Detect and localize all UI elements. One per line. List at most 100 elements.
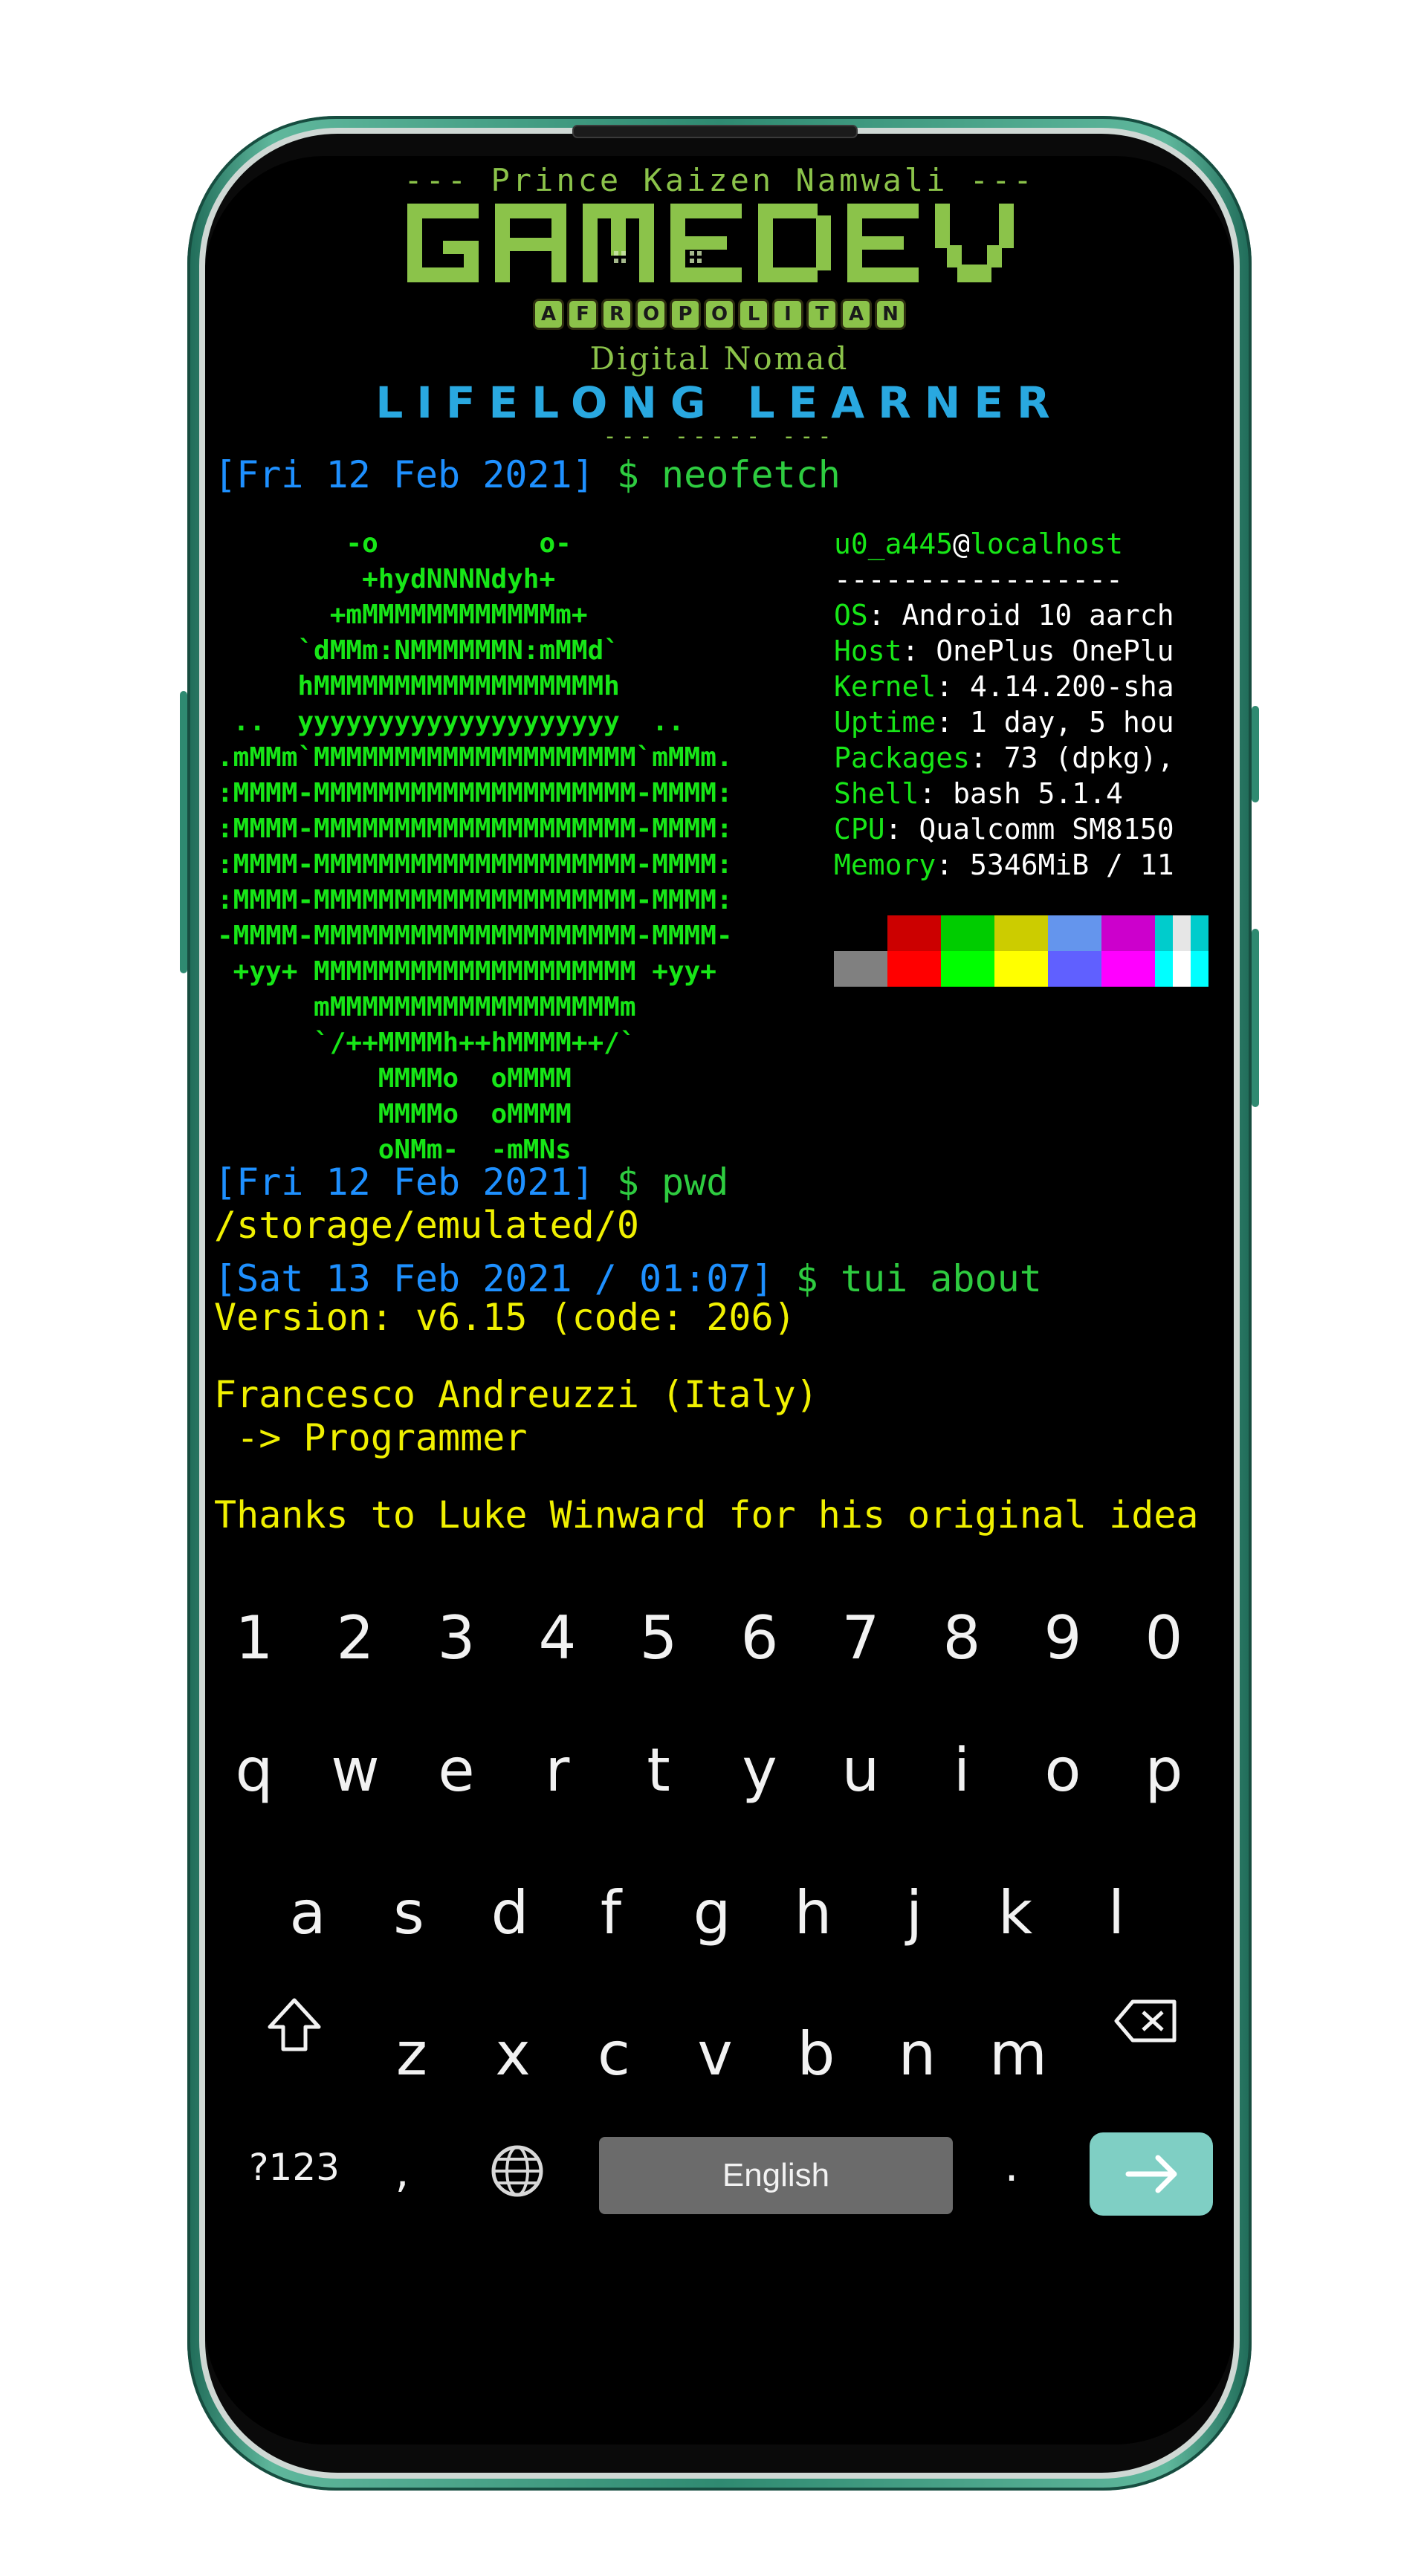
prompt-neofetch: [Fri 12 Feb 2021] $ neofetch xyxy=(214,453,841,496)
key[interactable]: k xyxy=(974,1872,1056,1954)
shift-key[interactable] xyxy=(250,1991,339,2066)
power-button xyxy=(1252,706,1259,802)
info-row-packages: Packages: 73 (dpkg), xyxy=(834,740,1174,776)
info-key: OS xyxy=(834,599,868,632)
key[interactable]: 0 xyxy=(1123,1597,1205,1679)
info-row-host: Host: OnePlus OnePlu xyxy=(834,633,1174,669)
palette-swatch xyxy=(1173,951,1191,987)
key[interactable]: z xyxy=(371,2014,453,2095)
afro-letter: A xyxy=(533,299,564,330)
lifelong-learner-text: LIFELONG LEARNER xyxy=(375,377,1064,428)
prompt-tui-about: [Sat 13 Feb 2021 / 01:07] $ tui about xyxy=(214,1257,1042,1300)
key[interactable]: p xyxy=(1123,1730,1205,1811)
key[interactable]: e xyxy=(415,1730,497,1811)
key[interactable]: 1 xyxy=(213,1597,295,1679)
info-key: Memory xyxy=(834,849,936,881)
phone-screen: --- Prince Kaizen Namwali --- A F R O P … xyxy=(205,156,1234,2444)
key[interactable]: 2 xyxy=(314,1597,396,1679)
username: u0_a445 xyxy=(834,528,954,560)
info-key: Uptime xyxy=(834,706,936,739)
enter-key[interactable] xyxy=(1090,2132,1213,2216)
info-value: : 4.14.200-sha xyxy=(936,670,1174,703)
key[interactable]: t xyxy=(618,1730,699,1811)
key[interactable]: f xyxy=(570,1872,652,1954)
key[interactable]: l xyxy=(1075,1872,1157,1954)
info-row-os: OS: Android 10 aarch xyxy=(834,597,1174,633)
prompt-command: $ neofetch xyxy=(594,453,841,496)
key[interactable]: q xyxy=(213,1730,295,1811)
backspace-key[interactable] xyxy=(1101,1991,1191,2066)
color-palette xyxy=(834,915,1208,987)
language-key[interactable] xyxy=(473,2141,562,2213)
info-key: Host xyxy=(834,635,902,667)
palette-swatch xyxy=(941,915,994,951)
palette-swatch xyxy=(1101,915,1155,951)
key[interactable]: w xyxy=(314,1730,396,1811)
key[interactable]: u xyxy=(820,1730,902,1811)
shift-icon xyxy=(268,1998,321,2051)
key[interactable]: 7 xyxy=(820,1597,902,1679)
symbols-key[interactable]: ?123 xyxy=(227,2146,361,2205)
hostname: localhost xyxy=(970,528,1123,560)
info-value: : Android 10 aarch xyxy=(867,599,1174,632)
palette-swatch xyxy=(941,951,994,987)
banner-dashes: --- ----- --- xyxy=(603,424,836,450)
afro-letter: F xyxy=(567,299,598,330)
pwd-output: /storage/emulated/0 xyxy=(214,1204,639,1247)
palette-swatch xyxy=(1101,951,1155,987)
afro-letter: L xyxy=(738,299,769,330)
key[interactable]: h xyxy=(772,1872,854,1954)
palette-swatch xyxy=(887,915,941,951)
key[interactable]: j xyxy=(873,1872,955,1954)
afro-letter: O xyxy=(704,299,735,330)
volume-button xyxy=(180,691,187,973)
info-key: Packages xyxy=(834,742,971,774)
soft-keyboard: 1234567890 qwertyuiop asdfghjkl zxcvbnm … xyxy=(205,1597,1234,2444)
key[interactable]: 5 xyxy=(618,1597,699,1679)
afro-letter: A xyxy=(841,299,872,330)
key[interactable]: 9 xyxy=(1022,1597,1104,1679)
afro-letter: I xyxy=(772,299,803,330)
info-value: : 5346MiB / 11 xyxy=(936,849,1174,881)
prompt-pwd: [Fri 12 Feb 2021] $ pwd xyxy=(214,1161,728,1204)
comma-key[interactable]: , xyxy=(369,2146,436,2205)
prompt-command: $ tui about xyxy=(773,1257,1042,1300)
neofetch-info: u0_a445@localhost ----------------- OS: An… xyxy=(834,526,1174,883)
key[interactable]: 3 xyxy=(415,1597,497,1679)
key[interactable]: 4 xyxy=(517,1597,598,1679)
key[interactable]: r xyxy=(517,1730,598,1811)
key[interactable]: 8 xyxy=(921,1597,1003,1679)
prompt-date: [Fri 12 Feb 2021] xyxy=(214,1161,595,1204)
key[interactable]: n xyxy=(876,2014,958,2095)
key[interactable]: 6 xyxy=(719,1597,800,1679)
info-value: : 1 day, 5 hou xyxy=(936,706,1174,739)
key[interactable]: i xyxy=(921,1730,1003,1811)
space-bar[interactable]: English xyxy=(599,2137,953,2214)
key[interactable]: m xyxy=(977,2014,1059,2095)
key[interactable]: g xyxy=(671,1872,753,1954)
palette-swatch xyxy=(1048,951,1101,987)
afropolitan-badge: AFROPOLITAN xyxy=(210,299,1229,330)
info-row-shell: Shell: bash 5.1.4 xyxy=(834,776,1174,811)
key[interactable]: x xyxy=(472,2014,554,2095)
info-row-cpu: CPU: Qualcomm SM8150 xyxy=(834,811,1174,847)
afro-letter: P xyxy=(670,299,701,330)
prompt-date: [Sat 13 Feb 2021 / 01:07] xyxy=(214,1257,774,1300)
palette-swatch xyxy=(1048,915,1101,951)
key[interactable]: d xyxy=(469,1872,551,1954)
info-row-memory: Memory: 5346MiB / 11 xyxy=(834,847,1174,883)
globe-icon xyxy=(491,2145,543,2197)
info-separator: ----------------- xyxy=(834,563,1123,596)
key[interactable]: s xyxy=(368,1872,450,1954)
key[interactable]: v xyxy=(674,2014,756,2095)
neofetch-android-logo: -o o- +hydNNNNdyh+ +mMMMMMMMMMMMMm+ `dMM… xyxy=(217,528,733,1165)
period-key[interactable]: . xyxy=(978,2140,1045,2199)
backspace-icon xyxy=(1114,1999,1177,2043)
key[interactable]: b xyxy=(775,2014,857,2095)
key[interactable]: a xyxy=(267,1872,349,1954)
key[interactable]: y xyxy=(719,1730,800,1811)
key[interactable]: c xyxy=(573,2014,655,2095)
digital-nomad-text: Digital Nomad xyxy=(589,340,850,377)
info-key: Shell xyxy=(834,777,919,810)
key[interactable]: o xyxy=(1022,1730,1104,1811)
